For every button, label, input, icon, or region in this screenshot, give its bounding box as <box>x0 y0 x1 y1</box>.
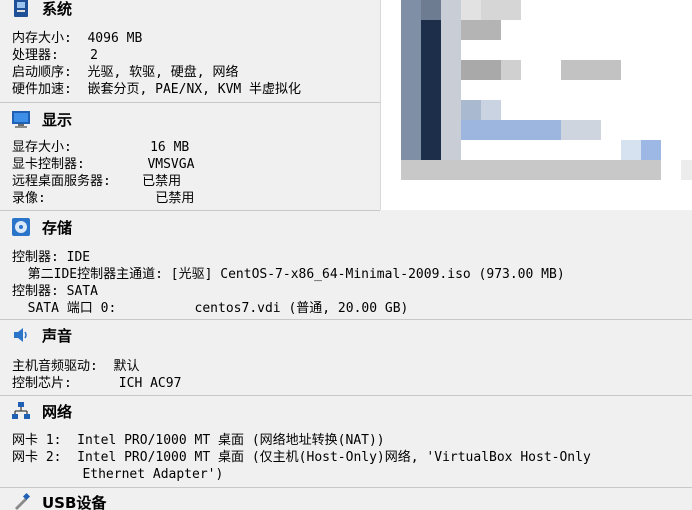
preview-pixel-block <box>621 140 641 160</box>
preview-pixel-block <box>561 60 621 80</box>
preview-pixel-block <box>641 140 661 160</box>
info-line: 处理器: 2 <box>12 48 98 63</box>
preview-pixel-block <box>501 60 521 80</box>
info-line: 网卡 1: Intel PRO/1000 MT 桌面 (网络地址转换(NAT)) <box>12 433 385 448</box>
section-display: 显示 显存大小: 16 MB 显卡控制器: VMSVGA 远程桌面服务器: 已禁… <box>0 103 380 211</box>
section-audio: 声音 主机音频驱动: 默认 控制芯片: ICH AC97 <box>0 320 692 396</box>
section-usb-header[interactable]: USB设备 <box>0 491 106 510</box>
usb-icon <box>10 491 32 510</box>
preview-pixel-block <box>481 100 501 120</box>
monitor-icon <box>10 108 32 130</box>
info-line: 控制芯片: ICH AC97 <box>12 376 182 391</box>
motherboard-icon <box>10 0 32 19</box>
preview-pixel-block <box>421 0 441 20</box>
preview-pixel-block <box>461 60 501 80</box>
speaker-icon <box>10 324 32 346</box>
section-title: 显示 <box>42 110 73 129</box>
preview-pixel-block <box>401 160 661 180</box>
section-display-header[interactable]: 显示 <box>0 108 72 130</box>
vm-details-panel: 系统 内存大小: 4096 MB 处理器: 2 启动顺序: 光驱, 软驱, 硬盘… <box>0 0 692 510</box>
preview-pixel-block <box>461 0 481 20</box>
preview-pixel-block <box>461 120 561 140</box>
info-line: Ethernet Adapter') <box>12 467 224 482</box>
info-line: SATA 端口 0: centos7.vdi (普通, 20.00 GB) <box>12 301 409 316</box>
info-line: 第二IDE控制器主通道: [光驱] CentOS-7-x86_64-Minima… <box>12 267 565 282</box>
info-line: 内存大小: 4096 MB <box>12 31 143 46</box>
vm-preview-thumbnail[interactable] <box>380 0 692 210</box>
section-network: 网络 网卡 1: Intel PRO/1000 MT 桌面 (网络地址转换(NA… <box>0 396 692 488</box>
preview-pixel-block <box>461 100 481 120</box>
preview-pixel-block <box>441 0 461 160</box>
storage-disk-icon <box>10 216 32 238</box>
info-line: 录像: 已禁用 <box>12 191 195 206</box>
info-line: 网卡 2: Intel PRO/1000 MT 桌面 (仅主机(Host-Onl… <box>12 450 591 465</box>
info-line: 硬件加速: 嵌套分页, PAE/NX, KVM 半虚拟化 <box>12 82 302 97</box>
network-icon <box>10 400 32 422</box>
info-line: 主机音频驱动: 默认 <box>12 359 140 374</box>
info-line: 显存大小: 16 MB <box>12 140 190 155</box>
preview-pixel-block <box>421 20 441 160</box>
section-system-header[interactable]: 系统 <box>0 0 72 19</box>
section-usb: USB设备 <box>0 488 692 510</box>
preview-pixel-block <box>401 0 421 160</box>
section-title: 系统 <box>42 0 73 18</box>
section-title: 网络 <box>42 402 73 421</box>
section-title: 声音 <box>42 326 73 345</box>
info-line: 显卡控制器: VMSVGA <box>12 157 195 172</box>
section-storage: 存储 控制器: IDE 第二IDE控制器主通道: [光驱] CentOS-7-x… <box>0 211 692 320</box>
section-storage-header[interactable]: 存储 <box>0 216 72 238</box>
section-title: USB设备 <box>42 493 107 510</box>
preview-pixel-block <box>561 120 601 140</box>
info-line: 远程桌面服务器: 已禁用 <box>12 174 182 189</box>
section-audio-header[interactable]: 声音 <box>0 324 72 346</box>
info-line: 启动顺序: 光驱, 软驱, 硬盘, 网络 <box>12 65 239 80</box>
section-title: 存储 <box>42 218 73 237</box>
section-system: 系统 内存大小: 4096 MB 处理器: 2 启动顺序: 光驱, 软驱, 硬盘… <box>0 0 380 103</box>
section-network-header[interactable]: 网络 <box>0 400 72 422</box>
info-line: 控制器: IDE <box>12 250 91 265</box>
info-line: 控制器: SATA <box>12 284 98 299</box>
preview-pixel-block <box>461 20 501 40</box>
preview-pixel-block <box>681 160 692 180</box>
preview-pixel-block <box>481 0 521 20</box>
